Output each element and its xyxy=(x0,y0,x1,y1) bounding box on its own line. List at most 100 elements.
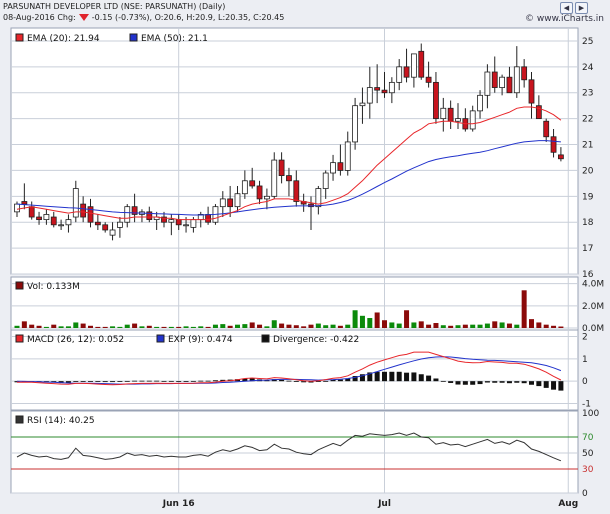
candle-body xyxy=(94,221,101,226)
candle-body xyxy=(447,107,454,122)
volume-bar xyxy=(323,325,329,328)
divergence-bar xyxy=(382,371,387,382)
candle-body xyxy=(506,76,513,94)
volume-bar xyxy=(389,322,395,328)
candle-body xyxy=(366,87,373,104)
divergence-bar xyxy=(279,379,285,382)
volume-tick-label: 2.0M xyxy=(582,302,604,312)
volume-bar xyxy=(492,321,498,328)
candle-body xyxy=(352,105,359,143)
divergence-bar xyxy=(433,378,439,382)
candle-body xyxy=(337,162,344,171)
candle-body xyxy=(109,229,116,236)
divergence-bar xyxy=(426,375,432,382)
volume-bar xyxy=(484,323,490,328)
volume-bar xyxy=(80,323,86,328)
volume-bar xyxy=(264,326,270,328)
divergence-bar xyxy=(404,372,410,382)
candle-body xyxy=(256,185,263,200)
volume-bar xyxy=(396,323,402,328)
candle-body xyxy=(117,221,123,228)
divergence-bar xyxy=(396,371,402,382)
volume-bar xyxy=(43,326,49,328)
price-tick-label: 19 xyxy=(582,192,594,202)
price-tick-label: 25 xyxy=(582,37,593,47)
price-tick-label: 18 xyxy=(582,218,594,228)
volume-bar xyxy=(470,324,476,328)
divergence-bar xyxy=(132,380,138,382)
candle-body xyxy=(102,224,109,231)
candle-body xyxy=(286,175,292,182)
price-tick-label: 20 xyxy=(582,166,594,176)
candle-body xyxy=(528,79,535,104)
volume-bar xyxy=(352,310,358,328)
volume-bar xyxy=(29,324,35,328)
volume-bar xyxy=(36,325,42,328)
volume-bar xyxy=(21,321,27,328)
divergence-bar xyxy=(212,380,218,382)
ema20-legend: EMA (20): 21.94 xyxy=(27,34,100,44)
divergence-bar xyxy=(176,381,182,382)
candle-body xyxy=(440,107,447,120)
candle-body xyxy=(359,102,366,107)
candle-body xyxy=(175,219,182,226)
rsi-tick-label: 100 xyxy=(582,409,599,419)
divergence-bar xyxy=(293,381,299,382)
candle-body xyxy=(543,120,550,138)
volume-bar xyxy=(220,324,226,328)
candle-body xyxy=(558,154,564,160)
macd-tick-label: 2 xyxy=(582,332,588,342)
price-tick-label: 17 xyxy=(582,244,593,254)
candle-body xyxy=(168,219,175,223)
volume-bar xyxy=(308,324,314,328)
candle-body xyxy=(80,203,87,218)
divergence-bar xyxy=(492,381,498,383)
divergence-bar xyxy=(190,380,196,382)
volume-bar xyxy=(271,320,277,328)
volume-bar xyxy=(315,323,321,328)
rsi-tick-label: 0 xyxy=(582,489,588,499)
volume-bar xyxy=(440,325,446,328)
volume-bar xyxy=(132,323,138,328)
volume-bar xyxy=(102,326,108,328)
volume-bar xyxy=(521,290,527,328)
candle-body xyxy=(263,195,270,200)
price-tick-label: 23 xyxy=(582,89,593,99)
volume-bar xyxy=(293,325,299,328)
macd-legend-text: MACD (26, 12): 0.052 xyxy=(27,335,124,345)
chart-canvas: Jun 16 Jul Aug161718192021222324250.0M2.0M… xyxy=(10,27,604,509)
rsi-legend: RSI (14): 40.25 xyxy=(15,415,95,426)
volume-bar xyxy=(88,325,93,328)
price-tick-label: 24 xyxy=(582,63,594,73)
divergence-bar xyxy=(374,371,380,382)
candle-body xyxy=(344,141,351,171)
macd-tick-label: 0 xyxy=(582,377,588,387)
candle-body xyxy=(499,76,506,88)
volume-bar xyxy=(337,325,343,328)
price-tick-label: 16 xyxy=(582,270,594,280)
candle-body xyxy=(425,76,432,83)
divergence-bar xyxy=(88,381,93,382)
candle-body xyxy=(469,110,476,130)
divergence-bar xyxy=(521,381,527,384)
candle-body xyxy=(293,180,300,202)
volume-bar xyxy=(95,326,101,328)
rsi-legend-text: RSI (14): 40.25 xyxy=(27,416,95,426)
volume-bar xyxy=(110,326,116,328)
volume-bar xyxy=(286,324,292,328)
candle-body xyxy=(322,172,329,189)
volume-bar xyxy=(506,323,512,328)
candle-body xyxy=(433,81,439,120)
rsi-tick-label: 50 xyxy=(582,449,594,459)
volume-bar xyxy=(73,322,79,328)
volume-bar xyxy=(345,324,351,328)
volume-bar xyxy=(426,324,432,328)
volume-bar xyxy=(139,326,145,328)
candle-body xyxy=(72,188,79,218)
divergence-bar xyxy=(323,380,329,382)
divergence-bar xyxy=(198,380,204,382)
candle-body xyxy=(271,159,278,197)
candle-body xyxy=(205,214,212,223)
volume-bar xyxy=(124,324,130,328)
exp-legend-text: EXP (9): 0.474 xyxy=(168,335,233,345)
